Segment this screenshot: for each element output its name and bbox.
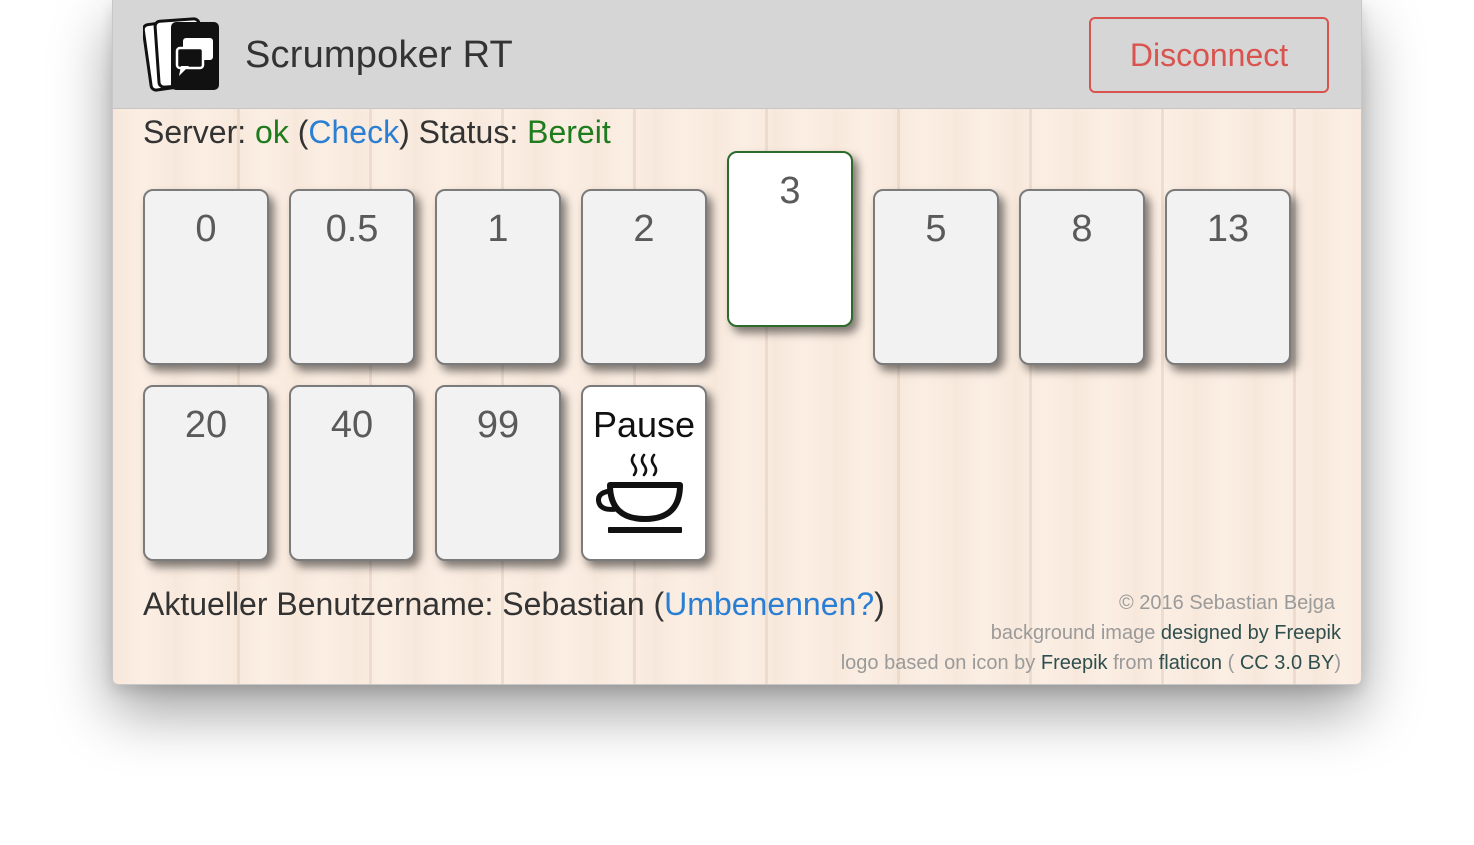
coffee-cup-icon	[596, 453, 683, 533]
card-99[interactable]: 99	[435, 385, 561, 561]
card-1[interactable]: 1	[435, 189, 561, 365]
server-label: Server:	[143, 114, 256, 150]
card-value: 5	[925, 208, 947, 250]
background-credit: background image designed by Freepik	[841, 618, 1341, 648]
bg-credit-prefix: background image	[990, 622, 1161, 644]
card-value: 99	[476, 404, 520, 446]
paren-close: )	[399, 114, 410, 150]
card-2[interactable]: 2	[581, 189, 707, 365]
card-20[interactable]: 20	[143, 385, 269, 561]
card-40[interactable]: 40	[289, 385, 415, 561]
card-value: 8	[1071, 208, 1093, 250]
card-value: 3	[779, 170, 801, 212]
logo-from-text: from	[1107, 652, 1159, 674]
license-close: )	[1334, 652, 1341, 674]
card-value: 0.5	[325, 208, 379, 250]
status-line: Server: ok (Check) Status: Bereit	[143, 114, 611, 151]
header-bar: Scrumpoker RT Disconnect	[113, 0, 1361, 109]
card-13[interactable]: 13	[1165, 189, 1291, 365]
check-server-link[interactable]: Check	[308, 114, 399, 150]
card-pause[interactable]: Pause	[581, 385, 707, 561]
logo-author-link[interactable]: Freepik	[1041, 652, 1108, 674]
card-value: Pause	[592, 404, 696, 445]
cards-chat-logo-icon	[143, 17, 219, 92]
license-open: (	[1222, 652, 1240, 674]
card-8[interactable]: 8	[1019, 189, 1145, 365]
flaticon-link[interactable]: flaticon	[1159, 652, 1222, 674]
card-value: 2	[633, 208, 655, 250]
status-label: Status:	[409, 114, 528, 150]
card-0[interactable]: 0	[143, 189, 269, 365]
app-window: Scrumpoker RT Disconnect Server: ok (Che…	[112, 0, 1362, 685]
logo-credit-prefix: logo based on icon by	[840, 652, 1041, 674]
paren-open: (	[644, 586, 665, 622]
app-title: Scrumpoker RT	[245, 34, 513, 76]
card-value: 40	[330, 404, 374, 446]
copyright-text: © 2016 Sebastian Bejga	[1118, 592, 1335, 614]
logo-credit: logo based on icon by Freepik from flati…	[841, 648, 1341, 678]
session-status-value: Bereit	[527, 114, 611, 150]
server-status-value: ok	[255, 114, 289, 150]
paren-open: (	[288, 114, 309, 150]
bg-designer-link[interactable]: designed by Freepik	[1161, 622, 1341, 644]
username-value: Sebastian	[502, 586, 645, 622]
card-3-selected[interactable]: 3	[727, 151, 853, 327]
username-label: Aktueller Benutzername:	[143, 586, 503, 622]
current-username-line: Aktueller Benutzername: Sebastian (Umben…	[143, 586, 885, 623]
card-value: 1	[487, 208, 509, 250]
card-value: 13	[1206, 208, 1250, 250]
card-value: 20	[184, 404, 228, 446]
card-0-5[interactable]: 0.5	[289, 189, 415, 365]
card-5[interactable]: 5	[873, 189, 999, 365]
card-value: 0	[195, 208, 217, 250]
license-link[interactable]: CC 3.0 BY	[1240, 652, 1334, 674]
disconnect-button[interactable]: Disconnect	[1089, 17, 1329, 93]
footer-credits: © 2016 Sebastian Bejga background image …	[841, 588, 1341, 678]
